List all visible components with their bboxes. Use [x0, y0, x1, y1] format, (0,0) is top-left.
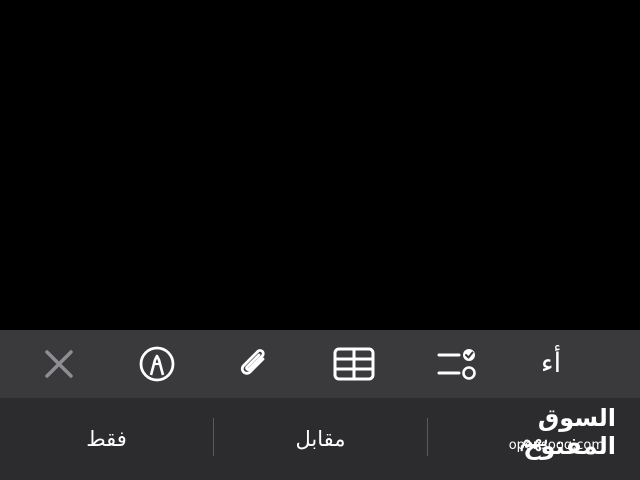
paperclip-icon	[240, 349, 265, 375]
predictive-text-bar: فقط مقابل بهم	[0, 398, 640, 480]
table-button[interactable]	[330, 342, 378, 386]
text-format-button[interactable]: أء	[527, 342, 575, 386]
attach-button[interactable]	[230, 342, 278, 386]
checklist-icon	[437, 349, 476, 380]
close-icon	[45, 350, 73, 378]
markup-button[interactable]	[133, 342, 181, 386]
suggestion-left[interactable]: فقط	[0, 398, 213, 480]
markup-pen-icon	[139, 346, 175, 382]
checklist-button[interactable]	[432, 342, 480, 386]
close-button[interactable]	[35, 342, 83, 386]
table-icon	[333, 347, 375, 381]
suggestion-right[interactable]: بهم	[428, 398, 640, 480]
suggestion-center[interactable]: مقابل	[214, 398, 427, 480]
note-canvas[interactable]	[0, 0, 640, 330]
formatting-toolbar: أء	[0, 330, 640, 398]
text-format-icon: أء	[540, 348, 562, 379]
